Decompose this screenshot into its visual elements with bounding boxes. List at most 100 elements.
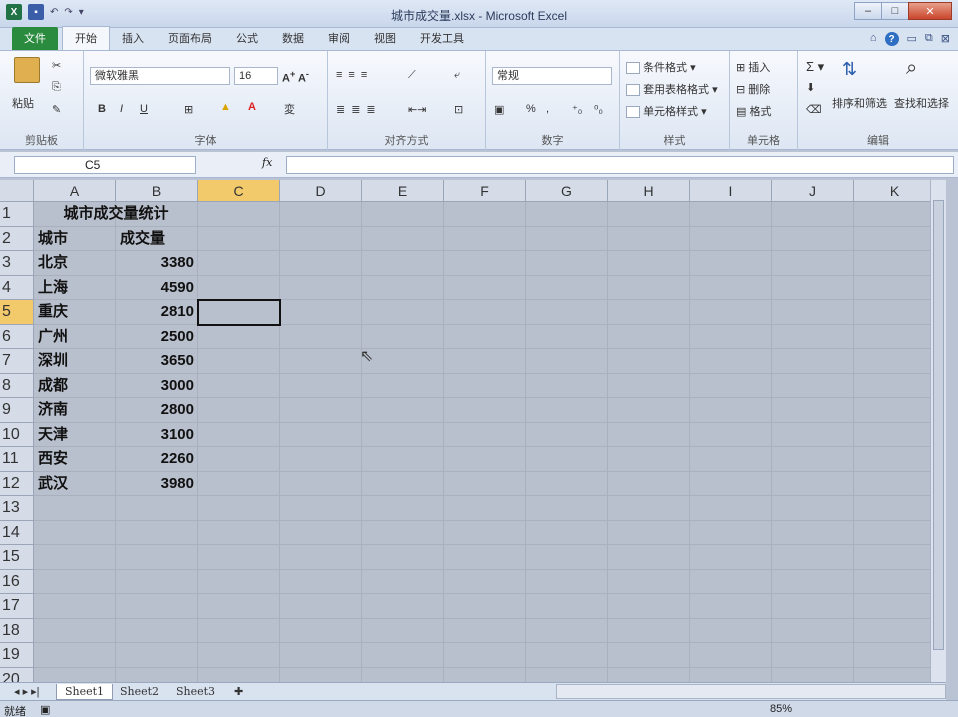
column-header-b[interactable]: B — [116, 180, 198, 202]
maximize-button[interactable]: □ — [881, 2, 909, 20]
city-cell[interactable]: 武汉 — [38, 472, 112, 496]
row-header-12[interactable]: 12 — [0, 471, 34, 496]
column-header-i[interactable]: I — [690, 180, 772, 202]
help-icon[interactable]: ? — [884, 32, 899, 46]
column-header-d[interactable]: D — [280, 180, 362, 202]
copy-icon[interactable]: ⎘ — [52, 81, 61, 94]
active-cell-selection[interactable] — [197, 299, 281, 326]
column-header-g[interactable]: G — [526, 180, 608, 202]
fill-color-icon[interactable]: ▲ — [220, 101, 231, 113]
row-header-6[interactable]: 6 — [0, 324, 34, 349]
insert-sheet-icon[interactable]: ✚ — [226, 684, 251, 699]
fill-icon[interactable]: ⬇ — [806, 81, 815, 94]
row-header-17[interactable]: 17 — [0, 594, 34, 619]
doc-restore-icon[interactable]: ⧉ — [925, 32, 933, 46]
close-button[interactable]: ✕ — [908, 2, 952, 20]
city-cell[interactable]: 深圳 — [38, 349, 112, 373]
currency-icon[interactable]: ▣ — [494, 103, 504, 116]
merge-center-icon[interactable]: ⊡ — [454, 103, 463, 116]
vertical-scrollbar[interactable] — [930, 180, 946, 682]
doc-minimize-icon[interactable]: ▭ — [907, 32, 917, 46]
conditional-format-button[interactable]: 条件格式 — [643, 62, 687, 74]
sheet-tab-1[interactable]: Sheet1 — [56, 684, 114, 700]
select-all-corner[interactable] — [0, 180, 34, 202]
tab-home[interactable]: 开始 — [62, 26, 110, 50]
volume-cell[interactable]: 4590 — [120, 276, 194, 300]
tab-insert[interactable]: 插入 — [110, 27, 156, 50]
indent-icon[interactable]: ⇤⇥ — [408, 103, 426, 116]
doc-close-icon[interactable]: ⊠ — [941, 32, 950, 46]
city-cell[interactable]: 广州 — [38, 325, 112, 349]
bold-icon[interactable]: B — [98, 103, 106, 115]
tab-review[interactable]: 审阅 — [316, 27, 362, 50]
row-header-4[interactable]: 4 — [0, 275, 34, 300]
city-cell[interactable]: 济南 — [38, 398, 112, 422]
vertical-align-icons[interactable]: ≡≡≡ — [336, 69, 373, 81]
tab-file[interactable]: 文件 — [12, 27, 58, 50]
sheet-tab-3[interactable]: Sheet3 — [168, 684, 223, 699]
phonetic-icon[interactable]: 変 — [284, 101, 295, 117]
sheet-title-cell[interactable]: 城市成交量统计 — [38, 202, 194, 226]
column-header-h[interactable]: H — [608, 180, 690, 202]
row-header-9[interactable]: 9 — [0, 398, 34, 423]
horizontal-scrollbar[interactable] — [556, 684, 946, 699]
volume-cell[interactable]: 3980 — [120, 472, 194, 496]
volume-cell[interactable]: 2500 — [120, 325, 194, 349]
font-size-select[interactable]: 16 — [234, 67, 278, 85]
increase-decimal-icon[interactable]: ⁺₀ — [572, 103, 582, 116]
column-header-a[interactable]: A — [34, 180, 116, 202]
header-volume-cell[interactable]: 成交量 — [120, 227, 194, 251]
worksheet-grid[interactable]: A B C D E F G H I J K 1 2 3 4 5 6 7 8 9 10 11 12 13 14 15 16 17 18 19… — [0, 180, 930, 682]
ribbon-minimize-icon[interactable]: ⌂ — [870, 32, 877, 46]
macro-record-icon[interactable]: ▣ — [40, 703, 50, 716]
cell-styles-button[interactable]: 单元格样式 — [643, 106, 698, 118]
name-box[interactable]: C5 — [14, 156, 196, 174]
volume-cell[interactable]: 2810 — [120, 300, 194, 324]
format-cells-button[interactable]: 格式 — [749, 106, 771, 118]
volume-cell[interactable]: 2260 — [120, 447, 194, 471]
column-header-c[interactable]: C — [198, 180, 280, 202]
row-header-10[interactable]: 10 — [0, 422, 34, 447]
paste-icon[interactable] — [14, 57, 40, 83]
row-header-8[interactable]: 8 — [0, 373, 34, 398]
city-cell[interactable]: 重庆 — [38, 300, 112, 324]
grow-font-icon[interactable]: A+ A- — [282, 69, 309, 85]
volume-cell[interactable]: 3380 — [120, 251, 194, 275]
sheet-nav-icons[interactable]: ◂ ▸ ▸| — [6, 684, 48, 699]
column-header-k[interactable]: K — [854, 180, 930, 202]
row-header-7[interactable]: 7 — [0, 349, 34, 374]
tab-formulas[interactable]: 公式 — [224, 27, 270, 50]
volume-cell[interactable]: 3000 — [120, 374, 194, 398]
number-format-select[interactable]: 常规 — [492, 67, 612, 85]
row-header-20[interactable]: 20 — [0, 667, 34, 682]
paste-button[interactable]: 粘贴 — [12, 95, 34, 111]
font-color-icon[interactable]: A — [248, 101, 256, 113]
tab-page-layout[interactable]: 页面布局 — [156, 27, 224, 50]
zoom-level[interactable]: 85% — [770, 703, 792, 715]
minimize-button[interactable]: – — [854, 2, 882, 20]
row-header-18[interactable]: 18 — [0, 618, 34, 643]
city-cell[interactable]: 天津 — [38, 423, 112, 447]
horizontal-align-icons[interactable]: ≣≣≣ — [336, 103, 382, 116]
column-header-j[interactable]: J — [772, 180, 854, 202]
border-icon[interactable]: ⊞ — [184, 103, 193, 116]
row-header-1[interactable]: 1 — [0, 202, 34, 227]
row-header-19[interactable]: 19 — [0, 643, 34, 668]
row-header-5[interactable]: 5 — [0, 300, 34, 325]
column-header-e[interactable]: E — [362, 180, 444, 202]
find-select-button[interactable]: 查找和选择 — [894, 95, 949, 111]
format-painter-icon[interactable]: ✎ — [52, 103, 61, 116]
autosum-icon[interactable]: Σ ▾ — [806, 59, 824, 75]
italic-icon[interactable]: I — [120, 103, 123, 115]
orientation-icon[interactable]: ⟋ — [408, 69, 416, 82]
column-header-f[interactable]: F — [444, 180, 526, 202]
percent-icon[interactable]: % — [526, 103, 536, 115]
row-header-15[interactable]: 15 — [0, 545, 34, 570]
insert-cells-button[interactable]: 插入 — [748, 62, 770, 74]
cut-icon[interactable]: ✂ — [52, 59, 61, 72]
sort-filter-button[interactable]: 排序和筛选 — [832, 95, 887, 111]
clear-icon[interactable]: ⌫ — [806, 103, 822, 116]
city-cell[interactable]: 成都 — [38, 374, 112, 398]
tab-data[interactable]: 数据 — [270, 27, 316, 50]
vertical-scroll-thumb[interactable] — [933, 200, 944, 650]
